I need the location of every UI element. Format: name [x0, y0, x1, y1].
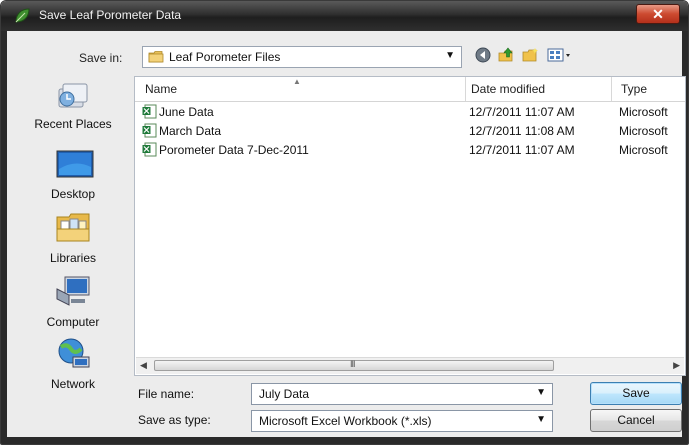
file-type: Microsoft: [619, 143, 668, 157]
file-list-header: ▲ Name Date modified Type: [135, 77, 685, 102]
dialog-client-area: Save in: Leaf Porometer Files ▼ Recent P…: [7, 31, 686, 437]
file-list[interactable]: ▲ Name Date modified Type June Data 12/7…: [134, 76, 686, 376]
file-name: June Data: [159, 105, 214, 119]
place-recent-places[interactable]: Recent Places: [17, 79, 129, 137]
place-label: Network: [50, 377, 95, 391]
libraries-icon: [56, 213, 90, 242]
scroll-left-icon[interactable]: ◀: [140, 360, 147, 371]
place-label: Desktop: [50, 187, 96, 201]
excel-file-icon: [142, 142, 157, 157]
file-name: March Data: [159, 124, 222, 138]
desktop-icon: [56, 150, 94, 178]
place-computer[interactable]: Computer: [17, 275, 129, 333]
places-bar: Recent Places Desktop Libraries Computer…: [17, 79, 129, 391]
file-row[interactable]: June Data 12/7/2011 11:07 AM Microsoft: [135, 103, 685, 122]
column-header-name[interactable]: Name: [145, 82, 177, 96]
column-header-type[interactable]: Type: [621, 82, 647, 96]
place-libraries[interactable]: Libraries: [17, 211, 129, 269]
place-label: Computer: [46, 315, 100, 329]
file-date-modified: 12/7/2011 11:08 AM: [469, 124, 575, 138]
leaf-icon: [15, 8, 30, 23]
excel-file-icon: [142, 104, 157, 119]
file-name-input[interactable]: July Data ▼: [251, 383, 553, 405]
file-type: Microsoft: [619, 124, 668, 138]
save-in-dropdown[interactable]: Leaf Porometer Files ▼: [142, 46, 462, 68]
place-network[interactable]: Network: [17, 337, 129, 395]
recent-places-icon: [58, 83, 88, 108]
view-menu-icon[interactable]: [547, 47, 573, 63]
place-label: Recent Places: [34, 117, 112, 131]
close-icon: ✕: [652, 6, 664, 22]
folder-icon: [148, 51, 164, 63]
column-divider[interactable]: [611, 77, 612, 101]
file-name-value: July Data: [259, 387, 310, 401]
file-name: Porometer Data 7-Dec-2011: [159, 143, 309, 157]
scroll-right-icon[interactable]: ▶: [673, 360, 680, 371]
sort-ascending-icon: ▲: [293, 77, 301, 86]
place-label: Libraries: [49, 251, 97, 265]
column-divider[interactable]: [465, 77, 466, 101]
scrollbar-thumb[interactable]: III: [154, 359, 554, 371]
excel-file-icon: [142, 123, 157, 138]
file-name-label: File name:: [138, 387, 195, 401]
up-folder-icon[interactable]: [497, 47, 515, 63]
horizontal-scrollbar[interactable]: ◀ III ▶: [136, 357, 684, 374]
save-as-type-label: Save as type:: [138, 413, 211, 427]
window-frame-bottom: [1, 437, 688, 444]
back-icon[interactable]: [475, 47, 491, 63]
chevron-down-icon: ▼: [536, 414, 546, 425]
chevron-down-icon[interactable]: ▼: [536, 387, 546, 398]
place-desktop[interactable]: Desktop: [17, 149, 129, 207]
cancel-button[interactable]: Cancel: [590, 409, 682, 432]
close-button[interactable]: ✕: [636, 4, 680, 24]
save-in-value: Leaf Porometer Files: [169, 50, 281, 64]
save-button[interactable]: Save: [590, 382, 682, 405]
computer-icon: [56, 276, 90, 306]
save-as-type-value: Microsoft Excel Workbook (*.xls): [259, 414, 432, 428]
file-date-modified: 12/7/2011 11:07 AM: [469, 105, 575, 119]
save-dialog-window: Save Leaf Porometer Data ✕ Save in: Leaf…: [0, 0, 689, 445]
save-as-type-dropdown[interactable]: Microsoft Excel Workbook (*.xls) ▼: [251, 410, 553, 432]
scrollbar-grip-icon: III: [350, 359, 355, 369]
save-in-label: Save in:: [79, 51, 123, 65]
file-row[interactable]: Porometer Data 7-Dec-2011 12/7/2011 11:0…: [135, 141, 685, 160]
title-bar[interactable]: Save Leaf Porometer Data ✕: [1, 1, 688, 31]
file-type: Microsoft: [619, 105, 668, 119]
column-header-date-modified[interactable]: Date modified: [471, 82, 545, 96]
chevron-down-icon: ▼: [445, 50, 455, 61]
network-icon: [58, 338, 90, 368]
file-date-modified: 12/7/2011 11:07 AM: [469, 143, 575, 157]
new-folder-icon[interactable]: [521, 47, 539, 63]
file-row[interactable]: March Data 12/7/2011 11:08 AM Microsoft: [135, 122, 685, 141]
window-title: Save Leaf Porometer Data: [39, 8, 182, 22]
